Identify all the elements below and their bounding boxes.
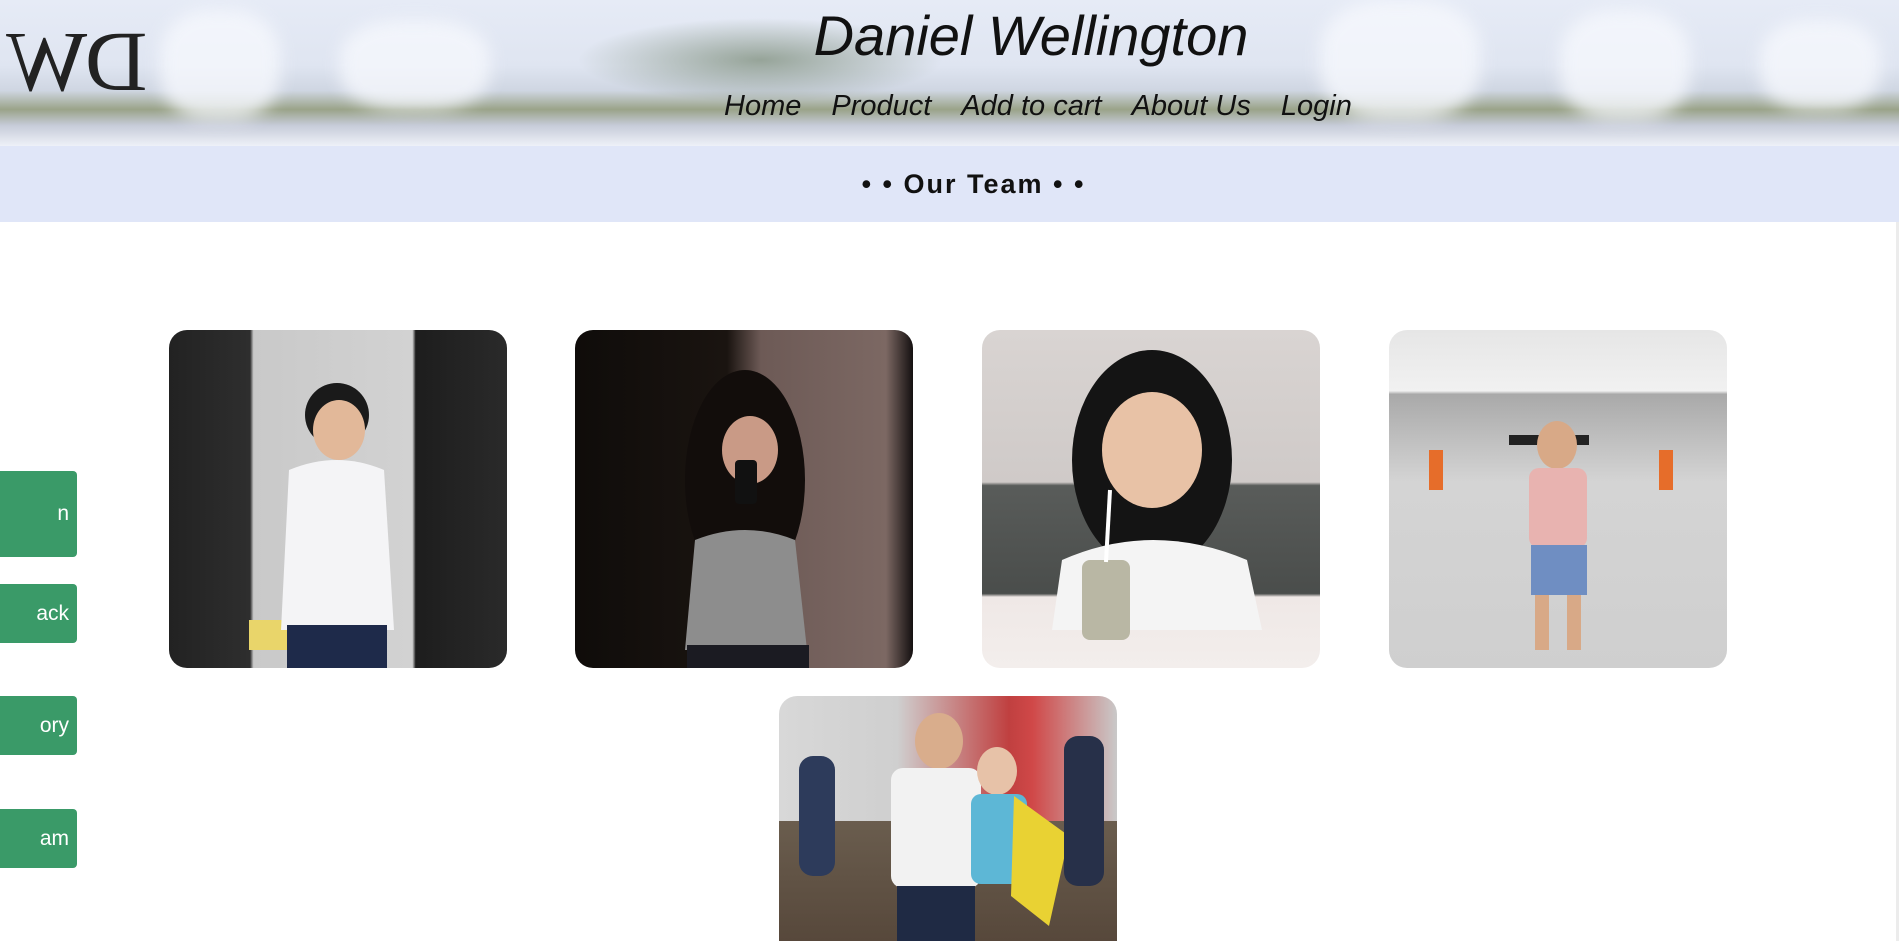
section-title: • • Our Team • • (861, 168, 1086, 199)
person-figure-2 (685, 370, 809, 668)
side-button-label: am (39, 826, 69, 850)
section-bar: • • Our Team • • (0, 146, 1899, 222)
nav-add-to-cart[interactable]: Add to cart (961, 90, 1101, 123)
team-photo-3 (982, 330, 1320, 668)
side-button-label: ack (36, 601, 69, 625)
site-header: DW Daniel Wellington Home Product Add to… (0, 0, 1899, 146)
nav-about-us[interactable]: About Us (1132, 90, 1251, 123)
team-photo-2 (575, 330, 913, 668)
side-button-3[interactable]: ory (0, 696, 77, 755)
person-figure-3 (1052, 350, 1262, 640)
side-button-label: n (57, 502, 69, 525)
person-figure-4 (1429, 421, 1673, 650)
team-photo-4 (1389, 330, 1727, 668)
site-title: Daniel Wellington (813, 4, 1249, 67)
nav-product[interactable]: Product (831, 90, 931, 123)
side-button-label: ory (39, 713, 69, 737)
person-figure-1 (249, 383, 394, 668)
main-nav: Home Product Add to cart About Us Login (724, 90, 1352, 123)
side-button-2[interactable]: ack (0, 584, 77, 643)
group-figure (799, 713, 1104, 941)
nav-home[interactable]: Home (724, 90, 801, 123)
team-photo-1 (169, 330, 507, 668)
nav-login[interactable]: Login (1281, 90, 1352, 123)
side-button-1[interactable]: n (0, 471, 77, 557)
side-button-4[interactable]: am (0, 809, 77, 868)
team-photo-5 (779, 696, 1117, 941)
